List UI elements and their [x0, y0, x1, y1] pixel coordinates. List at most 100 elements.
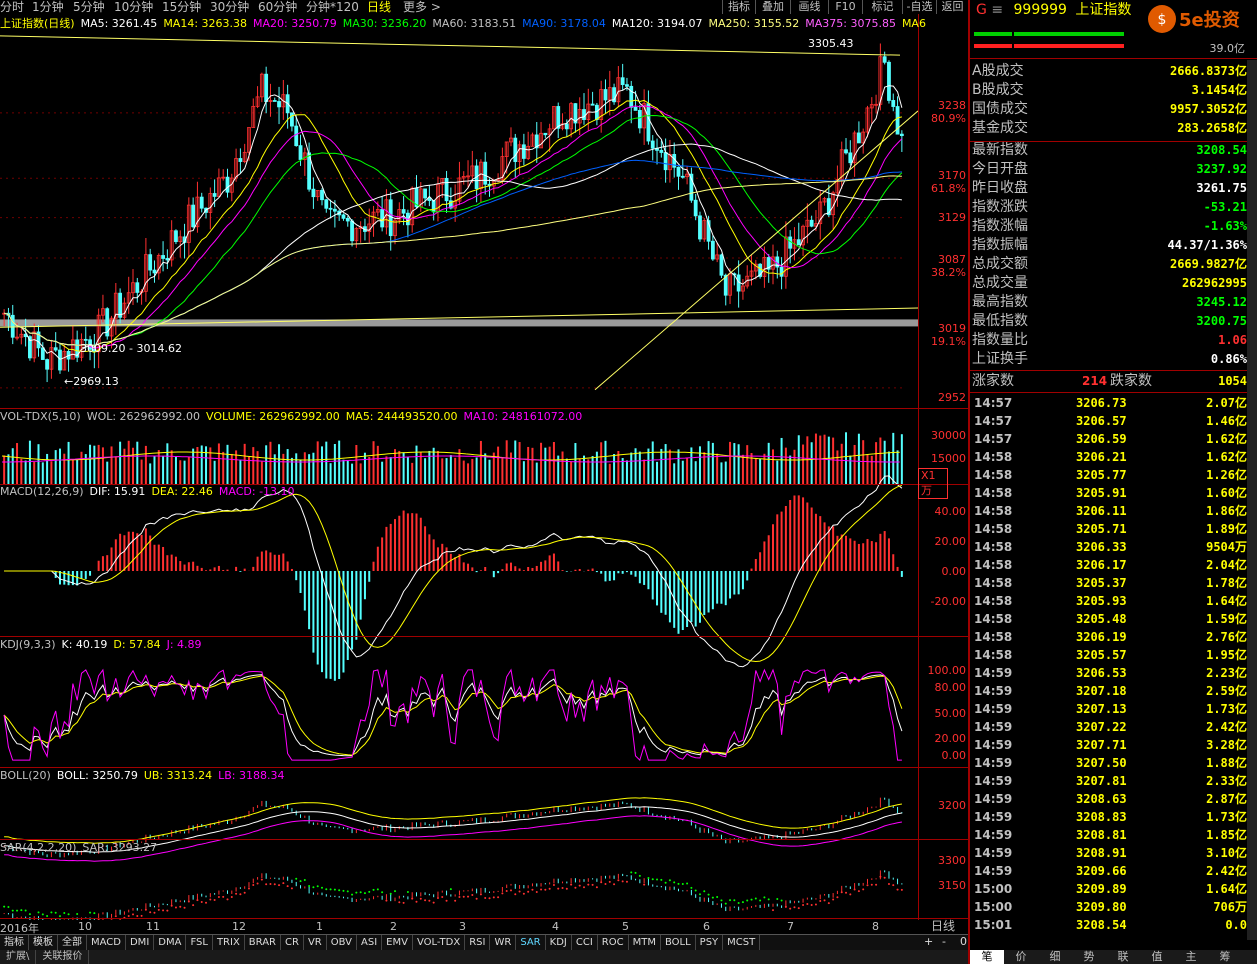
- quote-panel-tab[interactable]: 联: [1106, 950, 1140, 964]
- period-tab[interactable]: 30分钟: [210, 0, 249, 14]
- tick-volume: 2.59亿: [1206, 684, 1247, 698]
- page-button[interactable]: +: [924, 935, 933, 948]
- panel-separator[interactable]: [0, 636, 968, 637]
- indicator-tab[interactable]: MCST: [723, 935, 761, 950]
- group-label[interactable]: G: [976, 2, 987, 18]
- indicator-label: MA5: 244493520.00: [345, 410, 458, 423]
- period-tab[interactable]: 10分钟: [114, 0, 153, 14]
- sar-dot: [789, 907, 792, 910]
- toolbar-button[interactable]: F10: [828, 0, 862, 14]
- toolbar-button[interactable]: 画线: [790, 0, 828, 14]
- indicator-tab[interactable]: CCI: [572, 935, 598, 950]
- quote-panel-tab[interactable]: 细: [1038, 950, 1072, 964]
- advance-label: 涨家数: [972, 373, 1014, 389]
- sar-dot: [518, 890, 521, 893]
- indicator-tab[interactable]: VOL-TDX: [413, 935, 466, 950]
- sar-dot: [346, 890, 349, 893]
- x-axis-label: 6: [703, 920, 710, 933]
- sar-dot: [467, 895, 470, 898]
- indicator-tab[interactable]: 指标: [0, 935, 29, 950]
- tick-price: 3209.80: [1076, 900, 1127, 914]
- indicator-tab[interactable]: DMI: [126, 935, 155, 950]
- x-axis-label: 5: [622, 920, 629, 933]
- panel-separator[interactable]: [0, 408, 968, 409]
- quote-panel-tab[interactable]: 值: [1140, 950, 1174, 964]
- toolbar-button[interactable]: 返回: [936, 0, 968, 14]
- quote-panel-tab[interactable]: 主: [1174, 950, 1208, 964]
- ma-line: [3, 99, 903, 353]
- quote-panel-tab[interactable]: 笔: [970, 950, 1004, 964]
- candle-body: [698, 215, 702, 240]
- tick-volume: 1.73亿: [1206, 702, 1247, 716]
- period-tab[interactable]: 分时: [0, 0, 24, 14]
- indicator-tab[interactable]: 模板: [29, 935, 58, 950]
- tick-time: 14:59: [974, 810, 1013, 824]
- bottom-bar-item[interactable]: 扩展\: [0, 950, 37, 964]
- quote-panel-tab[interactable]: 筹: [1208, 950, 1242, 964]
- indicator-tab[interactable]: ASI: [357, 935, 383, 950]
- quote-panel-tab[interactable]: 势: [1072, 950, 1106, 964]
- sar-dot: [565, 887, 568, 890]
- period-tab[interactable]: 5分钟: [73, 0, 105, 14]
- candle-body: [887, 61, 891, 101]
- period-tab[interactable]: 日线: [367, 0, 391, 14]
- period-tab[interactable]: 15分钟: [162, 0, 201, 14]
- panel-separator[interactable]: [0, 767, 968, 768]
- indicator-tab[interactable]: WR: [490, 935, 517, 950]
- indicator-tab[interactable]: BRAR: [245, 935, 281, 950]
- indicator-tab[interactable]: FSL: [186, 935, 213, 950]
- indicator-tab[interactable]: EMV: [382, 935, 413, 950]
- period-tab[interactable]: 60分钟: [258, 0, 297, 14]
- bottom-bar-item[interactable]: 关联报价: [36, 950, 90, 964]
- quote-row: 最高指数 3245.12: [972, 293, 1247, 312]
- candle-body: [380, 209, 385, 228]
- ma-label: MA60: 3183.51: [432, 17, 517, 30]
- candle-body: [225, 176, 230, 193]
- tick-time: 14:59: [974, 720, 1013, 734]
- stock-name: 上证指数: [1075, 2, 1132, 18]
- indicator-tab[interactable]: BOLL: [661, 935, 696, 950]
- tick-time: 14:57: [974, 396, 1013, 410]
- toolbar-button[interactable]: 标记: [862, 0, 902, 14]
- page-button[interactable]: 0: [960, 935, 967, 948]
- indicator-tab[interactable]: MACD: [87, 935, 126, 950]
- indicator-tab[interactable]: ROC: [598, 935, 629, 950]
- y-axis-label: 80.9%: [931, 112, 966, 125]
- tick-price: 3206.17: [1076, 558, 1127, 572]
- page-button[interactable]: -: [942, 935, 946, 948]
- indicator-tab[interactable]: DMA: [154, 935, 187, 950]
- menu-icon[interactable]: ≡: [991, 2, 1003, 18]
- quote-panel-tab[interactable]: 价: [1004, 950, 1038, 964]
- indicator-tab[interactable]: KDJ: [546, 935, 572, 950]
- sar-dot: [415, 900, 418, 903]
- price-annotation: 3305.43: [808, 37, 854, 50]
- quote-label: 最高指数: [972, 294, 1028, 310]
- period-tab[interactable]: 更多 >: [403, 0, 441, 14]
- indicator-tab[interactable]: TRIX: [213, 935, 245, 950]
- kline-chart-area[interactable]: 3305.43 3009.20 - 3014.62 ←2969.13: [0, 14, 968, 925]
- toolbar-button[interactable]: 指标: [722, 0, 755, 14]
- sar-dot: [170, 904, 173, 907]
- stat-value: 283.2658亿: [1177, 121, 1247, 135]
- indicator-tab[interactable]: 全部: [58, 935, 87, 950]
- toolbar-button[interactable]: 叠加: [755, 0, 790, 14]
- tick-scrollbar[interactable]: [1247, 60, 1257, 940]
- panel-separator[interactable]: [0, 839, 968, 840]
- tick-time: 14:59: [974, 828, 1013, 842]
- indicator-tab[interactable]: OBV: [327, 935, 357, 950]
- period-tab[interactable]: 分钟*120: [306, 0, 359, 14]
- indicator-tab[interactable]: PSY: [696, 935, 724, 950]
- sar-dot: [613, 883, 616, 886]
- period-button[interactable]: 日线: [918, 918, 968, 934]
- period-tab[interactable]: 1分钟: [32, 0, 64, 14]
- sar-dot: [724, 902, 727, 905]
- indicator-tab[interactable]: SAR: [516, 935, 546, 950]
- indicator-tab[interactable]: MTM: [629, 935, 661, 950]
- indicator-tab[interactable]: VR: [304, 935, 327, 950]
- indicator-tab[interactable]: CR: [281, 935, 304, 950]
- toolbar-button[interactable]: -自选: [902, 0, 936, 14]
- indicator-label: K: 40.19: [61, 638, 108, 651]
- panel-separator[interactable]: [0, 484, 968, 485]
- indicator-tab[interactable]: RSI: [465, 935, 491, 950]
- indicator-charts-svg[interactable]: 3305.43 3009.20 - 3014.62 ←2969.13: [0, 14, 919, 925]
